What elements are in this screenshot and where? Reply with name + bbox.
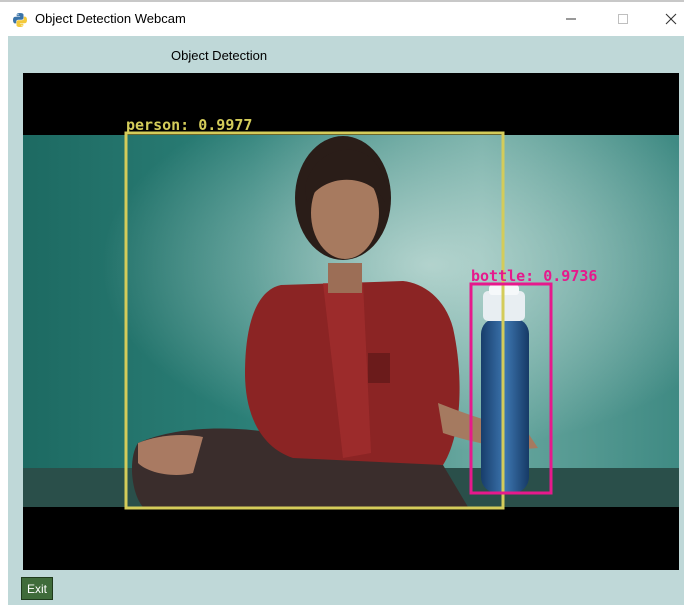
minimize-button[interactable] xyxy=(548,2,594,36)
close-icon xyxy=(665,13,677,25)
maximize-button[interactable] xyxy=(600,2,646,36)
app-window: Object Detection Webcam Object Detection xyxy=(0,0,684,605)
title-bar: Object Detection Webcam xyxy=(0,0,684,36)
page-title: Object Detection xyxy=(171,48,268,63)
maximize-icon xyxy=(618,14,628,24)
webcam-feed: person: 0.9977 bottle: 0.9736 xyxy=(23,73,679,570)
client-area: Object Detection person: 0.9977 bottle: … xyxy=(8,36,684,605)
person-detection-label: person: 0.9977 xyxy=(126,116,252,134)
exit-button[interactable]: Exit xyxy=(21,577,53,600)
window-title: Object Detection Webcam xyxy=(35,11,186,26)
close-button[interactable] xyxy=(648,2,684,36)
minimize-icon xyxy=(566,18,576,20)
bottle-detection-label: bottle: 0.9736 xyxy=(471,267,597,285)
python-icon xyxy=(13,13,27,27)
bottle xyxy=(481,318,529,493)
webcam-image: person: 0.9977 bottle: 0.9736 xyxy=(23,116,679,510)
